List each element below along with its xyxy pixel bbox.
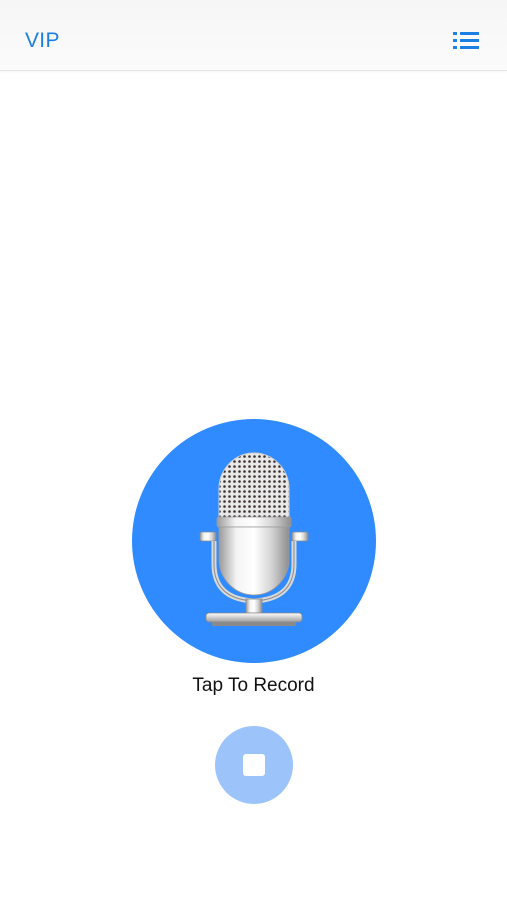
record-button[interactable] [132,419,376,663]
microphone-icon [199,452,309,626]
recorder-screen: VIP Tap To Record [0,0,507,900]
list-icon[interactable] [450,28,482,54]
vip-button[interactable]: VIP [25,29,60,53]
navigation-bar: VIP [0,0,507,71]
tap-to-record-label: Tap To Record [192,675,315,696]
stop-icon [243,754,265,776]
stop-button[interactable] [215,726,293,804]
